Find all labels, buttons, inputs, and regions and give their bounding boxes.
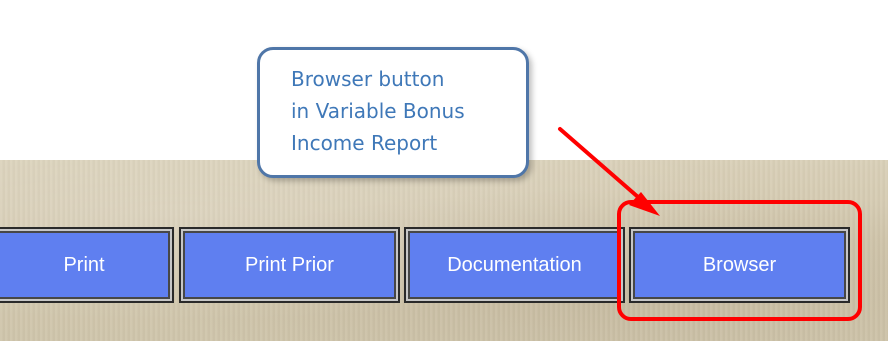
documentation-button-label: Documentation xyxy=(447,253,582,276)
browser-button[interactable]: Browser xyxy=(629,227,850,303)
callout-line-1: Browser button xyxy=(291,67,445,91)
print-button-label: Print xyxy=(63,253,105,276)
print-button[interactable]: Print xyxy=(0,227,174,303)
annotation-callout: Browser button in Variable Bonus Income … xyxy=(257,47,529,178)
callout-line-2: in Variable Bonus xyxy=(291,99,465,123)
documentation-button[interactable]: Documentation xyxy=(404,227,625,303)
browser-button-label: Browser xyxy=(702,253,777,276)
callout-line-3: Income Report xyxy=(291,131,438,155)
print-prior-button[interactable]: Print Prior xyxy=(179,227,400,303)
print-prior-button-label: Print Prior xyxy=(245,253,334,276)
callout-text: Browser button in Variable Bonus Income … xyxy=(291,63,521,159)
